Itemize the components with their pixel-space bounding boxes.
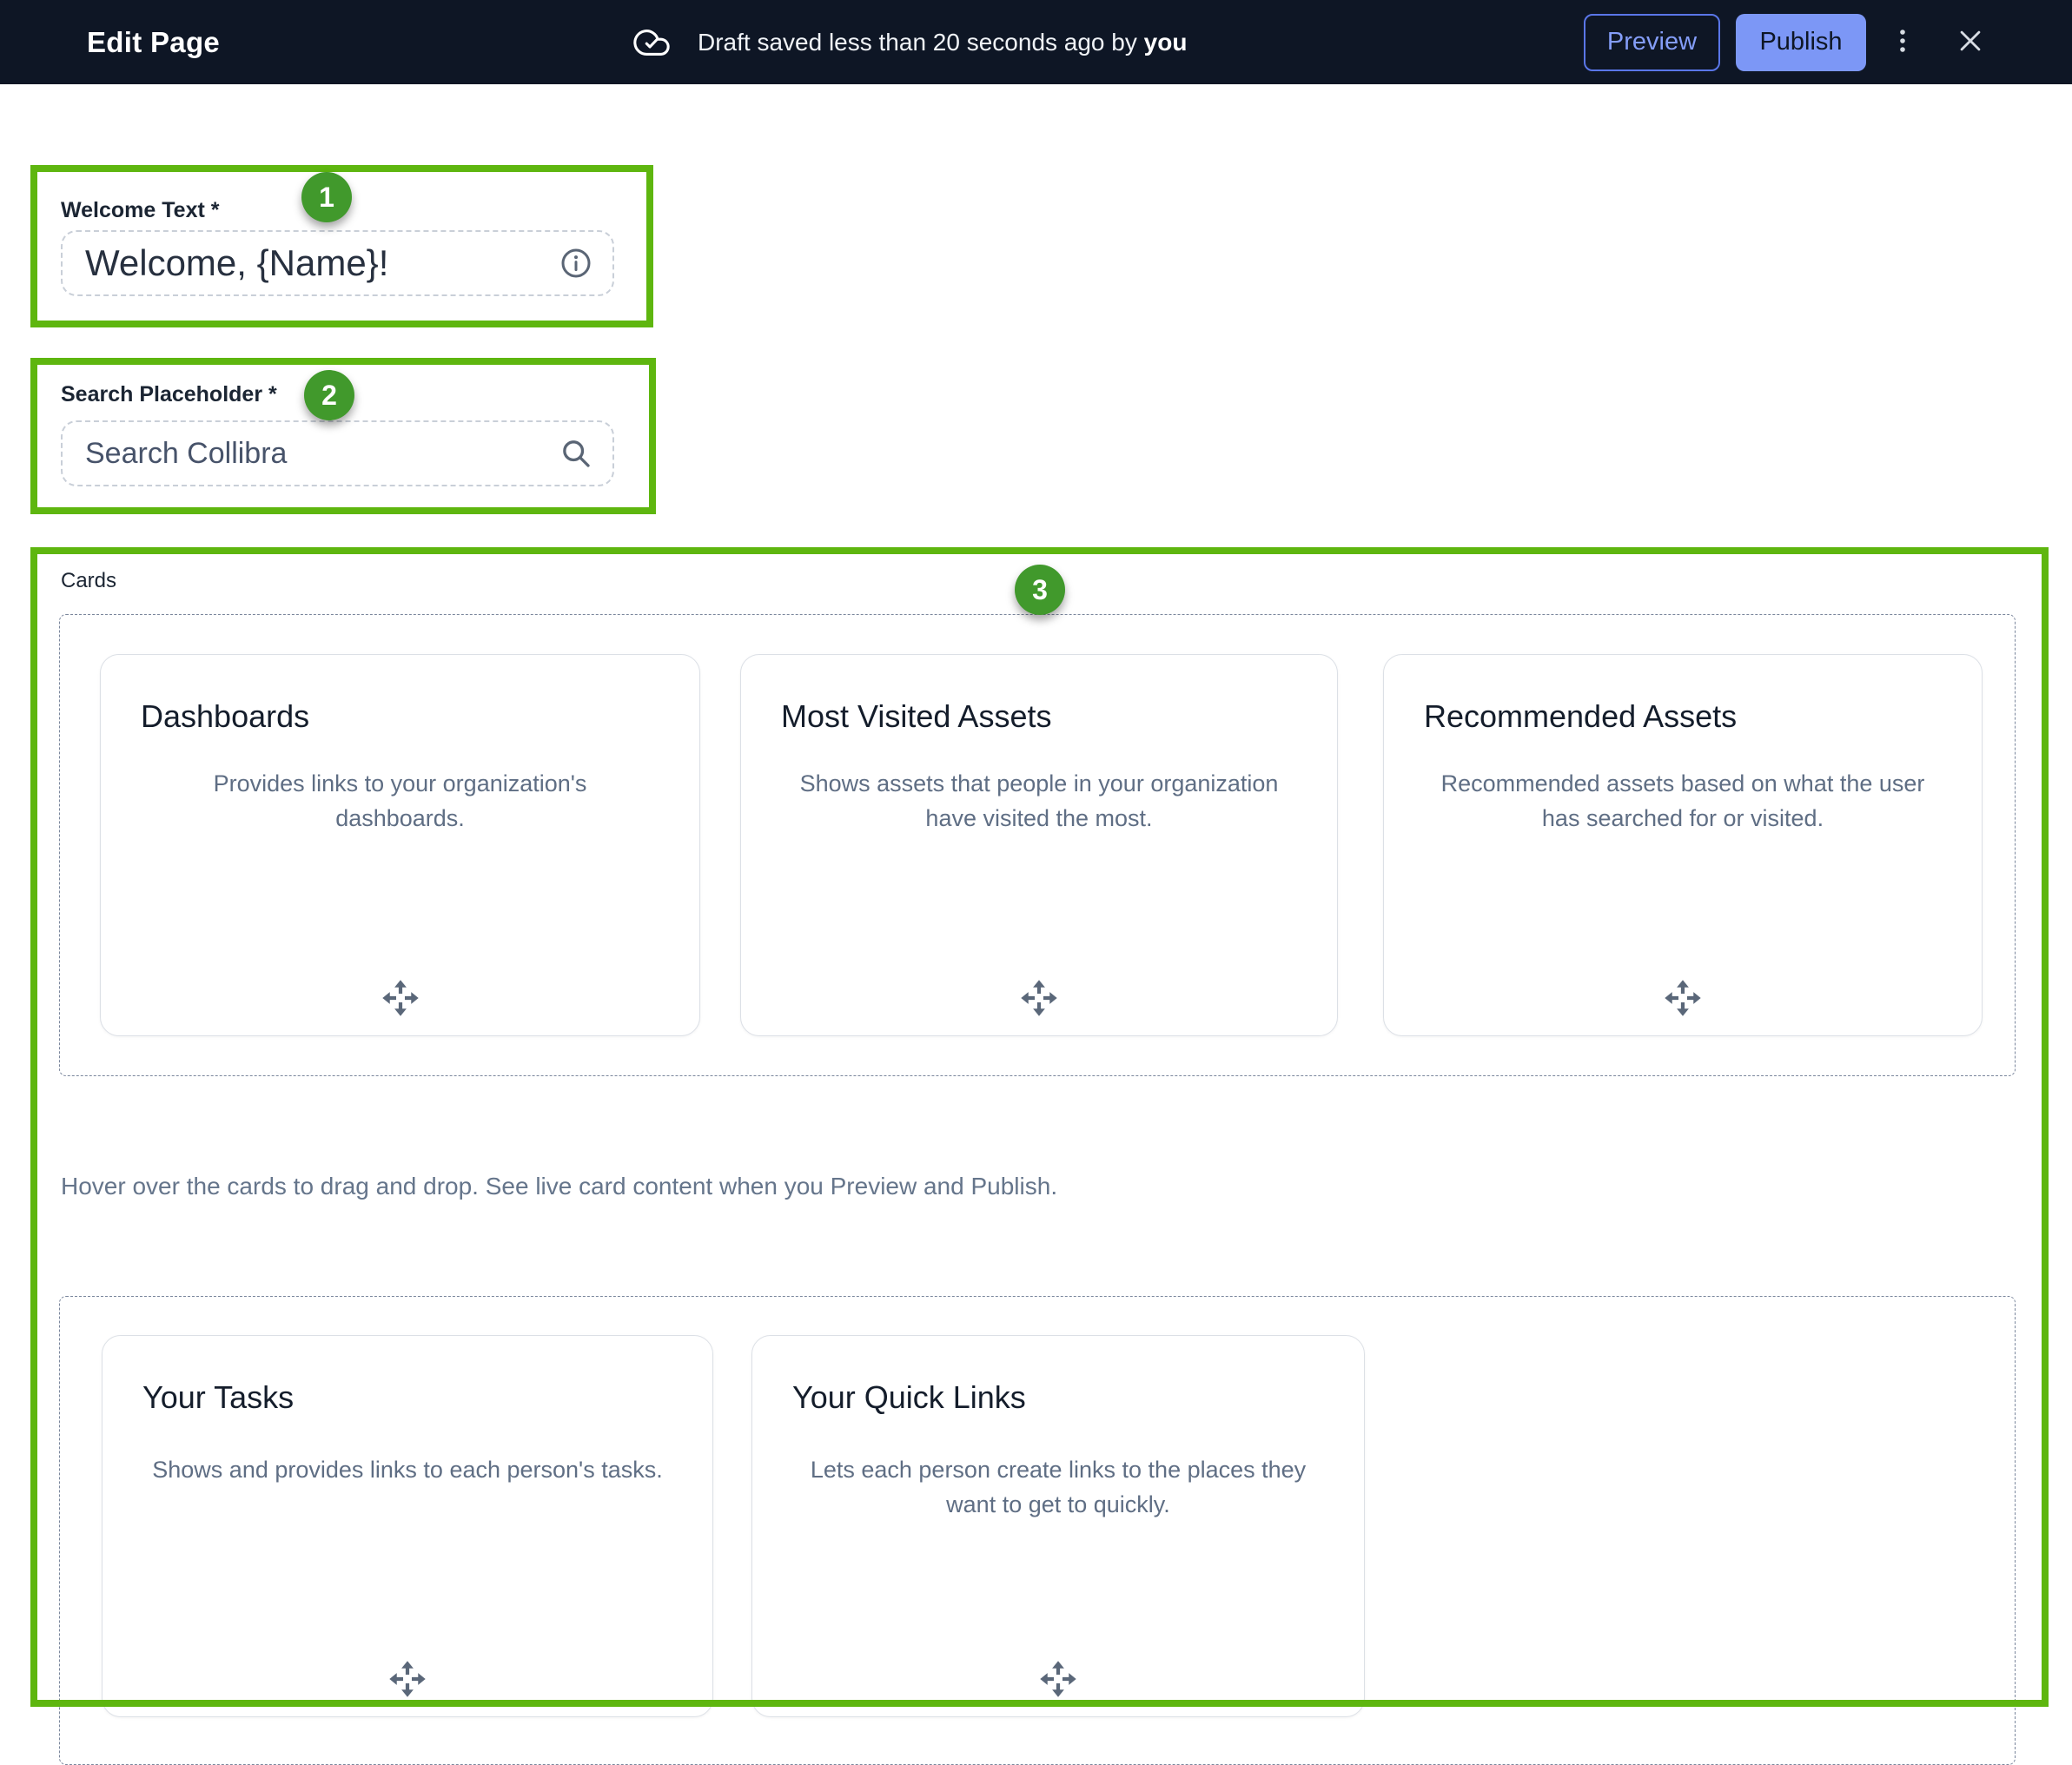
card-your-tasks[interactable]: Your Tasks Shows and provides links to e… xyxy=(102,1335,713,1717)
kebab-menu-icon xyxy=(1889,27,1916,57)
drag-drop-hint: Hover over the cards to drag and drop. S… xyxy=(61,1173,1057,1200)
annotation-badge-2: 2 xyxy=(304,370,354,420)
card-description: Recommended assets based on what the use… xyxy=(1384,766,1982,836)
move-icon[interactable] xyxy=(381,978,420,1018)
card-dashboards[interactable]: Dashboards Provides links to your organi… xyxy=(100,654,700,1036)
draft-status-author: you xyxy=(1144,29,1188,56)
card-description: Shows and provides links to each person'… xyxy=(103,1452,712,1487)
draft-status-text: Draft saved less than 20 seconds ago by … xyxy=(698,29,1187,56)
card-title: Your Quick Links xyxy=(792,1379,1364,1416)
header-actions: Preview Publish xyxy=(1584,0,1995,84)
move-icon[interactable] xyxy=(1663,978,1703,1018)
annotation-badge-1: 1 xyxy=(301,172,352,222)
move-icon[interactable] xyxy=(1038,1659,1078,1699)
welcome-text-label: Welcome Text * xyxy=(61,198,219,223)
cloud-check-icon xyxy=(632,23,672,63)
more-options-button[interactable] xyxy=(1878,14,1927,71)
annotation-badge-3: 3 xyxy=(1015,565,1065,615)
page-title: Edit Page xyxy=(87,26,220,59)
move-icon[interactable] xyxy=(387,1659,427,1699)
card-recommended-assets[interactable]: Recommended Assets Recommended assets ba… xyxy=(1383,654,1983,1036)
cards-section-label: Cards xyxy=(61,569,116,593)
card-description: Shows assets that people in your organiz… xyxy=(741,766,1337,836)
preview-button[interactable]: Preview xyxy=(1584,14,1720,71)
draft-status-message: Draft saved less than 20 seconds ago by xyxy=(698,29,1137,56)
card-your-quick-links[interactable]: Your Quick Links Lets each person create… xyxy=(751,1335,1365,1717)
welcome-text-field xyxy=(61,230,614,296)
card-title: Your Tasks xyxy=(142,1379,712,1416)
header-bar: Edit Page Draft saved less than 20 secon… xyxy=(0,0,2072,84)
card-description: Lets each person create links to the pla… xyxy=(752,1452,1364,1522)
welcome-text-input[interactable] xyxy=(63,242,559,284)
close-icon xyxy=(1956,26,1985,58)
search-placeholder-input[interactable] xyxy=(63,437,559,471)
publish-button[interactable]: Publish xyxy=(1736,14,1866,71)
card-title: Most Visited Assets xyxy=(781,698,1337,735)
card-title: Recommended Assets xyxy=(1424,698,1982,735)
close-editor-button[interactable] xyxy=(1946,14,1995,71)
search-placeholder-field xyxy=(61,420,614,486)
move-icon[interactable] xyxy=(1019,978,1059,1018)
search-placeholder-label: Search Placeholder * xyxy=(61,382,277,407)
card-title: Dashboards xyxy=(141,698,699,735)
info-icon[interactable] xyxy=(559,246,593,281)
search-icon xyxy=(559,436,593,471)
card-description: Provides links to your organization's da… xyxy=(101,766,699,836)
draft-status: Draft saved less than 20 seconds ago by … xyxy=(632,0,1187,84)
card-most-visited-assets[interactable]: Most Visited Assets Shows assets that pe… xyxy=(740,654,1338,1036)
